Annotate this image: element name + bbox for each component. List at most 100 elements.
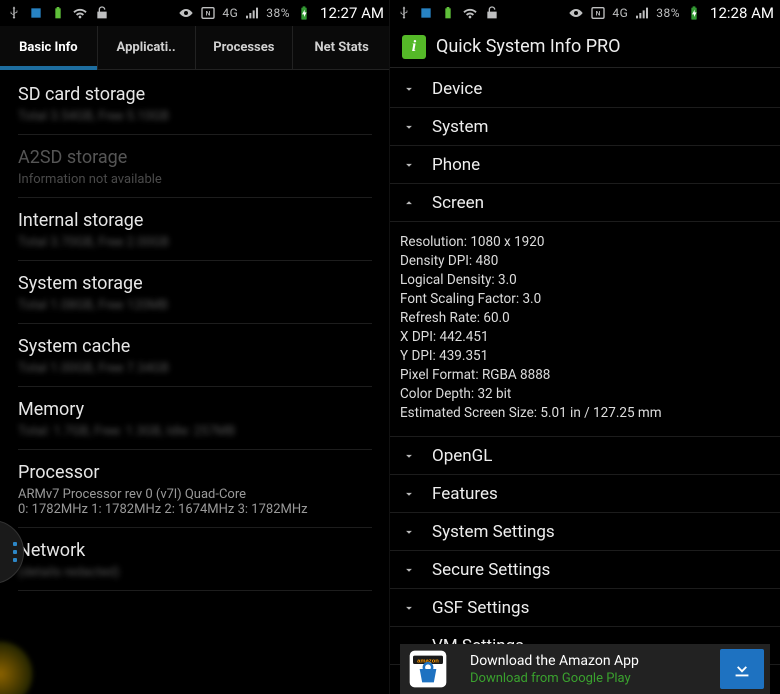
section-header-secure-settings[interactable]: Secure Settings [390, 551, 780, 589]
info-row-sub: Total: 1.7GB, Free: 1.3GB, Idle: 257MB [18, 424, 372, 439]
network-type-label: 4G [612, 6, 628, 20]
section-title: Phone [432, 155, 480, 175]
app-running-icon [28, 5, 44, 21]
info-row-sub: Total 3.54GB, Free 5.10GB [18, 109, 372, 124]
wifi-icon [72, 5, 88, 21]
chevron-down-icon [400, 563, 418, 577]
info-row[interactable]: SD card storageTotal 3.54GB, Free 5.10GB [18, 72, 372, 135]
section-title: Device [432, 79, 482, 99]
section-line: Resolution: 1080 x 1920 [400, 232, 770, 251]
app-running-icon [418, 5, 434, 21]
clock-label: 12:27 AM [318, 4, 384, 22]
section-line: Y DPI: 439.351 [400, 346, 770, 365]
info-row-sub: Information not available [18, 172, 372, 187]
tab-bar: Basic InfoApplicati..ProcessesNet Stats [0, 26, 390, 70]
info-row-sub: Total 3.70GB, Free 2.00GB [18, 235, 372, 250]
app-icon[interactable]: i [402, 35, 426, 59]
banner-title: Download the Amazon App [470, 653, 706, 669]
usb-icon [6, 5, 22, 21]
tab-processes[interactable]: Processes [196, 26, 294, 69]
battery-app-icon [50, 5, 66, 21]
info-row[interactable]: System cacheTotal 1.00GB, Free 7.34GB [18, 324, 372, 387]
right-screenshot: N 4G 38% 12:28 AM i Quick System Info PR… [390, 0, 780, 694]
tab-applicati-[interactable]: Applicati.. [98, 26, 196, 69]
section-header-gsf-settings[interactable]: GSF Settings [390, 589, 780, 627]
action-bar: i Quick System Info PRO [390, 26, 780, 68]
network-type-label: 4G [222, 6, 238, 20]
section-header-phone[interactable]: Phone [390, 146, 780, 184]
eye-icon [178, 5, 194, 21]
section-title: System [432, 117, 488, 137]
banner-subtitle: Download from Google Play [470, 671, 706, 686]
tab-net-stats[interactable]: Net Stats [293, 26, 390, 69]
section-header-system-settings[interactable]: System Settings [390, 513, 780, 551]
section-title: GSF Settings [432, 598, 529, 618]
chevron-down-icon [400, 601, 418, 615]
section-header-features[interactable]: Features [390, 475, 780, 513]
lock-unlocked-icon [94, 5, 110, 21]
section-line: Logical Density: 3.0 [400, 270, 770, 289]
section-title: Screen [432, 193, 484, 213]
eye-icon [568, 5, 584, 21]
chevron-down-icon [400, 449, 418, 463]
section-line: Refresh Rate: 60.0 [400, 308, 770, 327]
info-row-title: System cache [18, 336, 372, 361]
section-header-screen[interactable]: Screen [390, 184, 780, 222]
info-row[interactable]: A2SD storageInformation not available [18, 135, 372, 198]
nfc-icon: N [590, 5, 606, 21]
status-bar: N 4G 38% 12:28 AM [390, 0, 780, 26]
chevron-down-icon [400, 487, 418, 501]
chevron-down-icon [400, 158, 418, 172]
section-line: Pixel Format: RGBA 8888 [400, 365, 770, 384]
info-row-title: SD card storage [18, 84, 372, 109]
info-list: SD card storageTotal 3.54GB, Free 5.10GB… [0, 70, 390, 591]
sections-list: Device System Phone Screen Resolution: 1080 … [390, 68, 780, 665]
info-row-title: System storage [18, 273, 372, 298]
tab-basic-info[interactable]: Basic Info [0, 26, 98, 69]
info-row-title: Processor [18, 462, 372, 487]
battery-app-icon [440, 5, 456, 21]
section-body: Resolution: 1080 x 1920Density DPI: 480L… [390, 222, 780, 437]
battery-percent-label: 38% [656, 6, 680, 20]
section-title: OpenGL [432, 446, 492, 466]
info-row[interactable]: ProcessorARMv7 Processor rev 0 (v7l) Qua… [18, 450, 372, 528]
battery-charging-icon [296, 5, 312, 21]
info-row[interactable]: System storageTotal 1.08GB, Free 120MB [18, 261, 372, 324]
usb-icon [396, 5, 412, 21]
clock-label: 12:28 AM [708, 4, 774, 22]
section-title: Features [432, 484, 498, 504]
info-row-title: Network [18, 540, 372, 565]
launcher-arc [0, 634, 40, 694]
section-header-device[interactable]: Device [390, 70, 780, 108]
info-row[interactable]: Network(details redacted) [18, 528, 372, 591]
ad-banner[interactable]: amazon Download the Amazon App Download … [400, 644, 770, 694]
download-button[interactable] [720, 649, 764, 689]
section-header-opengl[interactable]: OpenGL [390, 437, 780, 475]
status-bar: N 4G 38% 12:27 AM [0, 0, 390, 26]
info-row-sub: Total 1.00GB, Free 7.34GB [18, 361, 372, 376]
signal-icon [634, 5, 650, 21]
chevron-down-icon [400, 82, 418, 96]
info-row-sub: ARMv7 Processor rev 0 (v7l) Quad-Core 0:… [18, 487, 372, 517]
info-row[interactable]: Internal storageTotal 3.70GB, Free 2.00G… [18, 198, 372, 261]
info-row-title: Memory [18, 399, 372, 424]
chevron-up-icon [400, 196, 418, 210]
info-row[interactable]: MemoryTotal: 1.7GB, Free: 1.3GB, Idle: 2… [18, 387, 372, 450]
section-line: Estimated Screen Size: 5.01 in / 127.25 … [400, 403, 770, 422]
signal-icon [244, 5, 260, 21]
info-row-title: Internal storage [18, 210, 372, 235]
app-title: Quick System Info PRO [436, 36, 621, 57]
chevron-down-icon [400, 525, 418, 539]
nfc-icon: N [200, 5, 216, 21]
section-title: System Settings [432, 522, 555, 542]
chevron-down-icon [400, 120, 418, 134]
info-row-sub: Total 1.08GB, Free 120MB [18, 298, 372, 313]
section-header-system[interactable]: System [390, 108, 780, 146]
section-line: Font Scaling Factor: 3.0 [400, 289, 770, 308]
battery-percent-label: 38% [266, 6, 290, 20]
lock-unlocked-icon [484, 5, 500, 21]
svg-text:N: N [596, 11, 601, 18]
left-screenshot: N 4G 38% 12:27 AM Basic InfoApplicati..P… [0, 0, 390, 694]
info-row-sub: (details redacted) [18, 565, 372, 580]
section-line: X DPI: 442.451 [400, 327, 770, 346]
